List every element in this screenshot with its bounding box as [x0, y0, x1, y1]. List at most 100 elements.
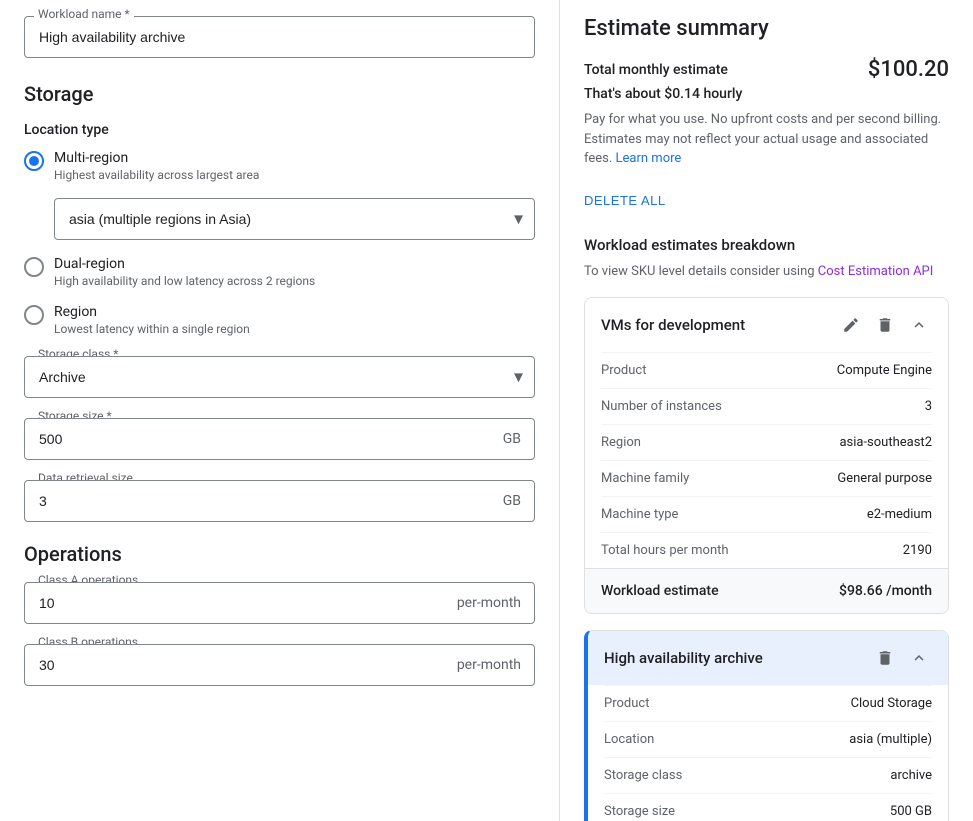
storage-class-field: Storage class * Archive Standard Nearlin…	[24, 356, 535, 398]
data-retrieval-field: Data retrieval size GB	[24, 480, 535, 522]
archive-collapse-button[interactable]	[906, 645, 932, 671]
vms-region-label: Region	[601, 435, 641, 450]
radio-region[interactable]: Region Lowest latency within a single re…	[24, 304, 535, 336]
archive-storage-size-value: 500 GB	[890, 804, 932, 819]
archive-product-value: Cloud Storage	[851, 696, 932, 711]
class-b-field: Class B operations per-month	[24, 644, 535, 686]
collapse-icon	[910, 316, 928, 334]
data-retrieval-unit: GB	[503, 493, 521, 509]
vms-machine-family-value: General purpose	[837, 471, 932, 486]
storage-class-select-wrapper: Archive Standard Nearline Coldline ▾	[24, 356, 535, 398]
vms-instances-value: 3	[925, 399, 932, 414]
vms-hours-value: 2190	[903, 543, 932, 558]
vms-instances-row: Number of instances 3	[601, 388, 932, 424]
archive-card-header: High availability archive	[588, 631, 948, 685]
archive-delete-button[interactable]	[872, 645, 898, 671]
workload-name-label: Workload name *	[34, 7, 134, 21]
class-a-field: Class A operations per-month	[24, 582, 535, 624]
vms-delete-button[interactable]	[872, 312, 898, 338]
archive-location-value: asia (multiple)	[849, 732, 932, 747]
radio-circle-multi-region	[24, 151, 44, 171]
archive-product-label: Product	[604, 696, 649, 711]
archive-storage-size-row: Storage size 500 GB	[604, 793, 932, 821]
storage-size-field: Storage size * GB	[24, 418, 535, 460]
archive-storage-class-value: archive	[890, 768, 932, 783]
radio-circle-dual-region	[24, 257, 44, 277]
class-a-wrapper: per-month	[24, 582, 535, 624]
radio-circle-region	[24, 305, 44, 325]
vms-collapse-button[interactable]	[906, 312, 932, 338]
vms-machine-type-label: Machine type	[601, 507, 678, 522]
multi-region-desc: Highest availability across largest area	[54, 168, 259, 182]
archive-storage-class-row: Storage class archive	[604, 757, 932, 793]
breakdown-subtitle-text: To view SKU level details consider using	[584, 264, 815, 279]
multi-region-label: Multi-region	[54, 150, 259, 166]
hourly-estimate: That's about $0.14 hourly	[584, 86, 949, 102]
region-label: Region	[54, 304, 250, 320]
vms-hours-label: Total hours per month	[601, 543, 729, 558]
total-monthly-label: Total monthly estimate	[584, 62, 728, 78]
radio-multi-region[interactable]: Multi-region Highest availability across…	[24, 150, 535, 182]
vms-product-row: Product Compute Engine	[601, 352, 932, 388]
dual-region-desc: High availability and low latency across…	[54, 274, 315, 288]
class-b-wrapper: per-month	[24, 644, 535, 686]
delete-icon	[876, 316, 894, 334]
archive-card-body: Product Cloud Storage Location asia (mul…	[588, 685, 948, 821]
vms-machine-family-row: Machine family General purpose	[601, 460, 932, 496]
region-select-wrapper: asia (multiple regions in Asia) us (mult…	[54, 198, 535, 240]
class-a-unit: per-month	[457, 595, 521, 611]
operations-section-title: Operations	[24, 542, 535, 566]
learn-more-link[interactable]: Learn more	[616, 151, 682, 166]
total-monthly-amount: $100.20	[868, 57, 949, 82]
data-retrieval-wrapper: GB	[24, 480, 535, 522]
region-desc: Lowest latency within a single region	[54, 322, 250, 336]
delete-all-button[interactable]: DELETE ALL	[584, 185, 666, 216]
vms-machine-family-label: Machine family	[601, 471, 689, 486]
archive-delete-icon	[876, 649, 894, 667]
archive-card-title: High availability archive	[604, 649, 763, 667]
archive-workload-card: High availability archive Product Cloud …	[584, 630, 949, 821]
vms-card-title: VMs for development	[601, 316, 745, 334]
archive-collapse-icon	[910, 649, 928, 667]
vms-footer-label: Workload estimate	[601, 583, 719, 599]
vms-product-label: Product	[601, 363, 646, 378]
cost-estimation-api-link[interactable]: Cost Estimation API	[818, 264, 934, 279]
archive-storage-class-label: Storage class	[604, 768, 682, 783]
location-type-radio-group: Multi-region Highest availability across…	[24, 150, 535, 336]
left-panel: Workload name * Storage Location type Mu…	[0, 0, 560, 821]
radio-dual-region[interactable]: Dual-region High availability and low la…	[24, 256, 535, 288]
total-monthly-row: Total monthly estimate $100.20	[584, 57, 949, 82]
vms-card-footer: Workload estimate $98.66 /month	[585, 568, 948, 613]
vms-machine-type-row: Machine type e2-medium	[601, 496, 932, 532]
estimate-summary-title: Estimate summary	[584, 16, 949, 41]
archive-location-label: Location	[604, 732, 654, 747]
vms-workload-card: VMs for development	[584, 297, 949, 614]
storage-size-input[interactable]	[24, 418, 535, 460]
location-type-label: Location type	[24, 122, 535, 138]
breakdown-subtitle: To view SKU level details consider using…	[584, 262, 949, 282]
workload-name-field: Workload name *	[24, 16, 535, 58]
vms-machine-type-value: e2-medium	[867, 507, 932, 522]
region-select[interactable]: asia (multiple regions in Asia) us (mult…	[54, 198, 535, 240]
vms-card-header: VMs for development	[585, 298, 948, 352]
storage-size-unit: GB	[503, 431, 521, 447]
dual-region-label: Dual-region	[54, 256, 315, 272]
vms-card-body: Product Compute Engine Number of instanc…	[585, 352, 948, 568]
archive-storage-size-label: Storage size	[604, 804, 675, 819]
archive-location-row: Location asia (multiple)	[604, 721, 932, 757]
vms-region-value: asia-southeast2	[839, 435, 932, 450]
workload-name-input[interactable]	[24, 16, 535, 58]
vms-hours-row: Total hours per month 2190	[601, 532, 932, 568]
storage-section-title: Storage	[24, 82, 535, 106]
data-retrieval-input[interactable]	[24, 480, 535, 522]
breakdown-title: Workload estimates breakdown	[584, 236, 949, 254]
storage-size-wrapper: GB	[24, 418, 535, 460]
storage-class-select[interactable]: Archive Standard Nearline Coldline	[24, 356, 535, 398]
archive-product-row: Product Cloud Storage	[604, 685, 932, 721]
vms-region-row: Region asia-southeast2	[601, 424, 932, 460]
region-dropdown-field: asia (multiple regions in Asia) us (mult…	[54, 198, 535, 240]
vms-footer-value: $98.66 /month	[839, 583, 932, 599]
info-text: Pay for what you use. No upfront costs a…	[584, 110, 949, 169]
right-panel: Estimate summary Total monthly estimate …	[560, 0, 973, 821]
vms-edit-button[interactable]	[838, 312, 864, 338]
